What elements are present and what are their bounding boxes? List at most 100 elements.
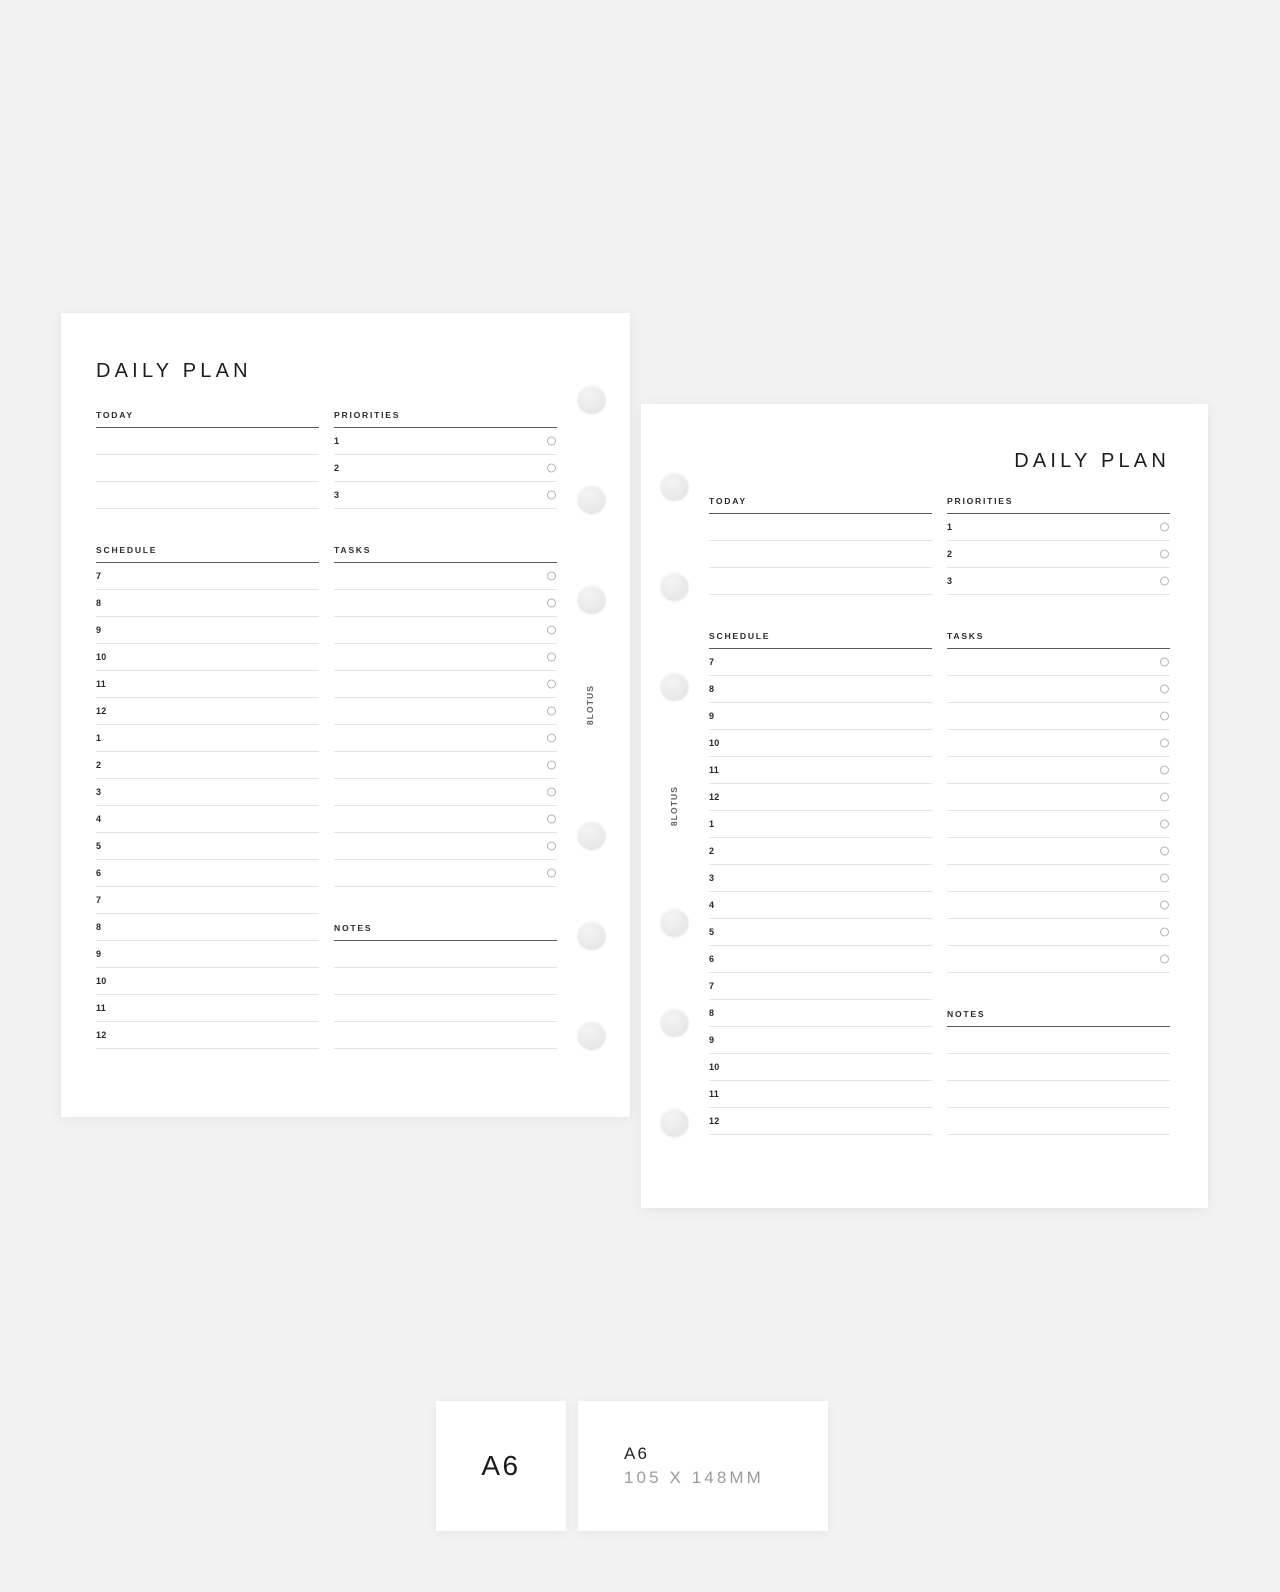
schedule-row[interactable]: 5	[709, 919, 932, 946]
schedule-row[interactable]: 10	[709, 1054, 932, 1081]
schedule-row[interactable]: 6	[96, 860, 319, 887]
task-row[interactable]	[947, 865, 1170, 892]
task-row[interactable]	[947, 811, 1170, 838]
task-row[interactable]	[334, 833, 557, 860]
schedule-row[interactable]: 6	[709, 946, 932, 973]
task-row[interactable]	[334, 671, 557, 698]
task-checkbox[interactable]	[547, 679, 556, 689]
task-row[interactable]	[334, 725, 557, 752]
task-checkbox[interactable]	[547, 760, 556, 770]
note-row[interactable]	[947, 1108, 1170, 1135]
schedule-row[interactable]: 9	[96, 617, 319, 644]
task-checkbox[interactable]	[1160, 954, 1169, 964]
task-row[interactable]	[947, 838, 1170, 865]
priority-checkbox[interactable]	[1160, 549, 1169, 559]
task-checkbox[interactable]	[547, 787, 556, 797]
today-line[interactable]	[96, 428, 319, 455]
task-checkbox[interactable]	[1160, 819, 1169, 829]
schedule-row[interactable]: 1	[96, 725, 319, 752]
schedule-row[interactable]: 4	[709, 892, 932, 919]
schedule-row[interactable]: 9	[709, 703, 932, 730]
task-row[interactable]	[947, 946, 1170, 973]
task-row[interactable]	[947, 676, 1170, 703]
schedule-row[interactable]: 2	[709, 838, 932, 865]
note-row[interactable]	[334, 1022, 557, 1049]
schedule-row[interactable]: 8	[96, 590, 319, 617]
today-line[interactable]	[709, 568, 932, 595]
schedule-row[interactable]: 12	[96, 1022, 319, 1049]
schedule-row[interactable]: 10	[709, 730, 932, 757]
task-row[interactable]	[334, 806, 557, 833]
task-row[interactable]	[334, 860, 557, 887]
priority-checkbox[interactable]	[547, 436, 556, 446]
task-checkbox[interactable]	[547, 868, 556, 878]
task-row[interactable]	[334, 698, 557, 725]
schedule-row[interactable]: 12	[96, 698, 319, 725]
task-row[interactable]	[334, 563, 557, 590]
task-checkbox[interactable]	[547, 598, 556, 608]
schedule-row[interactable]: 11	[96, 995, 319, 1022]
schedule-row[interactable]: 3	[96, 779, 319, 806]
schedule-row[interactable]: 2	[96, 752, 319, 779]
priority-checkbox[interactable]	[547, 463, 556, 473]
schedule-row[interactable]: 12	[709, 1108, 932, 1135]
schedule-row[interactable]: 5	[96, 833, 319, 860]
today-line[interactable]	[96, 482, 319, 509]
task-checkbox[interactable]	[1160, 927, 1169, 937]
task-checkbox[interactable]	[1160, 711, 1169, 721]
task-row[interactable]	[334, 644, 557, 671]
priority-row[interactable]: 1	[334, 428, 557, 455]
schedule-row[interactable]: 11	[709, 757, 932, 784]
note-row[interactable]	[334, 941, 557, 968]
task-row[interactable]	[947, 919, 1170, 946]
schedule-row[interactable]: 7	[96, 563, 319, 590]
schedule-row[interactable]: 12	[709, 784, 932, 811]
schedule-row[interactable]: 1	[709, 811, 932, 838]
task-checkbox[interactable]	[547, 733, 556, 743]
today-line[interactable]	[709, 514, 932, 541]
task-checkbox[interactable]	[547, 841, 556, 851]
task-checkbox[interactable]	[1160, 765, 1169, 775]
task-checkbox[interactable]	[1160, 738, 1169, 748]
priority-checkbox[interactable]	[1160, 522, 1169, 532]
task-row[interactable]	[947, 730, 1170, 757]
priority-row[interactable]: 3	[947, 568, 1170, 595]
task-row[interactable]	[947, 649, 1170, 676]
task-checkbox[interactable]	[547, 652, 556, 662]
task-row[interactable]	[947, 703, 1170, 730]
task-checkbox[interactable]	[547, 706, 556, 716]
task-checkbox[interactable]	[1160, 657, 1169, 667]
note-row[interactable]	[334, 995, 557, 1022]
priority-row[interactable]: 2	[334, 455, 557, 482]
task-checkbox[interactable]	[1160, 873, 1169, 883]
schedule-row[interactable]: 8	[709, 676, 932, 703]
schedule-row[interactable]: 3	[709, 865, 932, 892]
task-row[interactable]	[947, 757, 1170, 784]
priority-checkbox[interactable]	[1160, 576, 1169, 586]
task-checkbox[interactable]	[547, 571, 556, 581]
schedule-row[interactable]: 8	[709, 1000, 932, 1027]
today-line[interactable]	[709, 541, 932, 568]
task-checkbox[interactable]	[1160, 792, 1169, 802]
note-row[interactable]	[947, 1027, 1170, 1054]
task-row[interactable]	[334, 590, 557, 617]
task-row[interactable]	[334, 779, 557, 806]
task-row[interactable]	[947, 892, 1170, 919]
priority-checkbox[interactable]	[547, 490, 556, 500]
task-checkbox[interactable]	[1160, 684, 1169, 694]
task-checkbox[interactable]	[547, 814, 556, 824]
schedule-row[interactable]: 9	[709, 1027, 932, 1054]
schedule-row[interactable]: 7	[709, 973, 932, 1000]
schedule-row[interactable]: 11	[709, 1081, 932, 1108]
priority-row[interactable]: 1	[947, 514, 1170, 541]
task-row[interactable]	[334, 752, 557, 779]
schedule-row[interactable]: 4	[96, 806, 319, 833]
priority-row[interactable]: 3	[334, 482, 557, 509]
schedule-row[interactable]: 11	[96, 671, 319, 698]
schedule-row[interactable]: 7	[709, 649, 932, 676]
schedule-row[interactable]: 8	[96, 914, 319, 941]
note-row[interactable]	[947, 1054, 1170, 1081]
schedule-row[interactable]: 7	[96, 887, 319, 914]
task-row[interactable]	[334, 617, 557, 644]
today-line[interactable]	[96, 455, 319, 482]
